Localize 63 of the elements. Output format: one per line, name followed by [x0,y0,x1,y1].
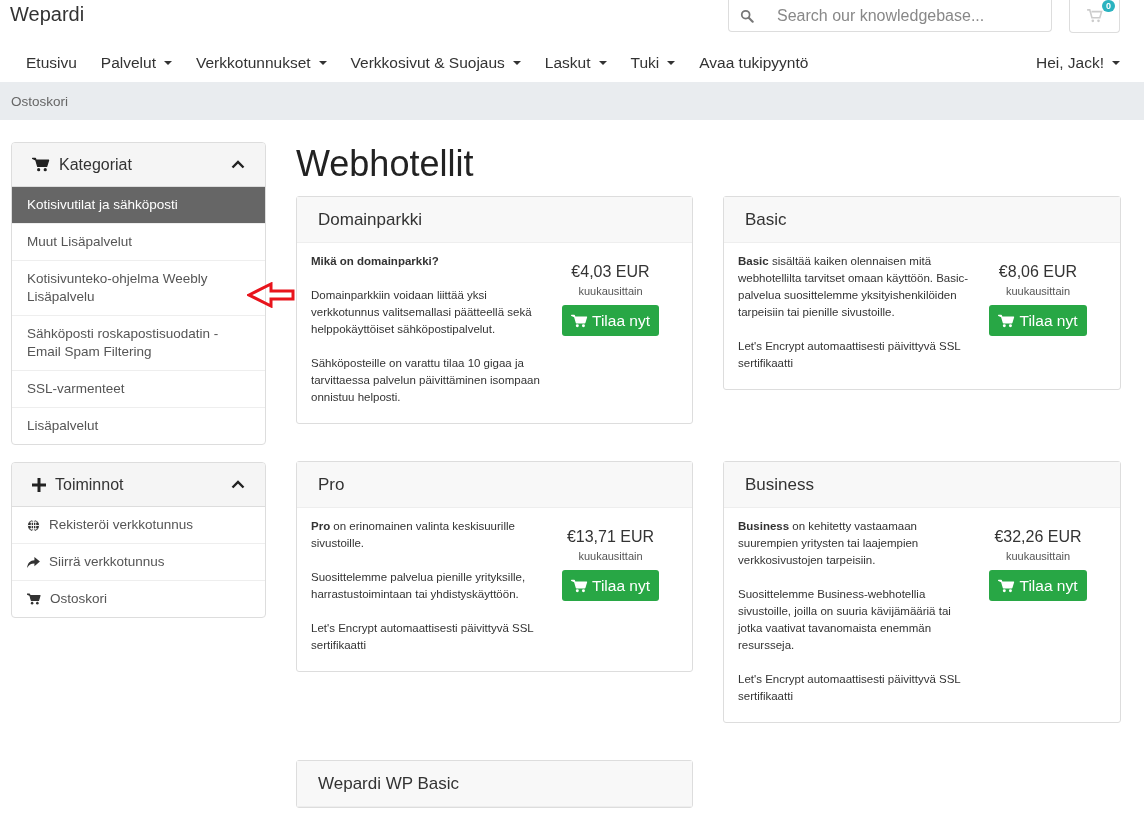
product-name: Business [745,474,814,495]
billing-period: kuukausittain [578,285,643,297]
billing-period: kuukausittain [1005,285,1071,297]
nav-link[interactable]: Verkkosivut & Suojaus [338,54,533,72]
cart-icon [571,578,588,593]
user-menu[interactable]: Hei, Jack! [1023,54,1132,72]
product-description: Suosittelemme palvelua pienille yrityksille, harrastustoimintaan tai yhdistyskäyttöön. [311,570,527,602]
product-description: Let's Encrypt automaattisesti päivittyvä SSL sertifikaatti [311,621,535,653]
product-description: Basic sisältää kaiken olennaisen mitä webhotellilta tarvitset omaan käyttöön. Basic-palvelua suosittelemme yksityishenkilöiden tarpeisiin tai pienille sivustoille. [738,254,970,320]
cart-icon [27,593,41,605]
sidebar-item[interactable]: Rekisteröi verkkotunnus [12,507,265,543]
product-name: Basic [745,209,787,230]
sidebar-item[interactable]: Ostoskori [12,580,265,617]
sidebar-item[interactable]: Sähköposti roskapostisuodatin - Email Spam Filtering [12,315,265,370]
nav-link[interactable]: Laskut [532,54,619,72]
product-description: Business on kehitetty vastaamaan suurempien yritysten tai laajempien verkkosivustojen tarpeisiin. [738,519,920,568]
sidebar-item[interactable]: Muut Lisäpalvelut [12,223,265,260]
product-name: Domainparkki [318,209,422,230]
nav-link[interactable]: Etusivu [14,54,89,72]
cart-icon [571,313,588,328]
product-description: Mikä on domainparkki? [311,254,440,269]
cart-icon [998,313,1016,328]
product-price: €13,71 EUR [566,528,655,546]
panel-header[interactable]: Kategoriat [12,143,265,187]
cart-count-badge: 0 [1102,0,1115,12]
breadcrumb-link[interactable]: Ostoskori [11,93,68,109]
sidebar-item[interactable]: Lisäpalvelut [12,407,265,444]
billing-period: kuukausittain [578,550,643,562]
product-price: €32,26 EUR [994,528,1082,546]
panel-title: Kategoriat [59,155,133,174]
product-price: €8,06 EUR [998,263,1078,281]
globe-icon [27,518,40,532]
share-arrow-icon [27,556,40,568]
chevron-icon[interactable] [231,480,245,489]
product-name: Wepardi WP Basic [318,773,460,794]
nav-link[interactable]: Tuki [618,54,688,72]
arrow-annotation [247,282,295,308]
sidebar-item[interactable]: SSL-varmenteet [12,370,265,407]
product-description: Let's Encrypt automaattisesti päivittyvä SSL sertifikaatti [738,672,962,704]
sidebar-item[interactable]: Siirrä verkkotunnus [12,543,265,580]
nav-link[interactable]: Palvelut [88,54,184,72]
page-title: Webhotellit [296,142,475,186]
product-name: Pro [318,474,345,495]
product-description: Suosittelemme Business-webhotellia sivustoille, joilla on suuria kävijämääriä tai jotka vaativat tavanomaista enemmän resursseja. [738,587,952,653]
product-description: Sähköposteille on varattu tilaa 10 gigaa ja tarvittaessa palvelun päivittäminen isompaan onnistuu helposti. [311,356,541,405]
panel-title: Toiminnot [55,475,125,494]
sidebar-item[interactable]: Kotisivutilat ja sähköposti [12,187,265,223]
search-field[interactable]: Search our knowledgebase... [728,0,1052,32]
cart-icon [1086,9,1103,23]
cart-icon [998,578,1016,593]
billing-period: kuukausittain [1005,550,1071,562]
sidebar-item[interactable]: Kotisivunteko-ohjelma Weebly Lisäpalvelu [12,260,265,315]
product-description: Pro on erinomainen valinta keskisuurille sivustoille. [311,519,516,551]
product-price: €4,03 EUR [571,263,650,281]
panel-header[interactable]: Toiminnot [12,463,265,507]
chevron-icon[interactable] [231,160,245,169]
cart-icon [32,157,50,172]
product-description: Domainparkkiin voidaan liittää yksi verkkotunnus valitsemallasi päätteellä sekä helppokäyttöiset sähköpostipalvelut. [311,288,533,337]
product-description: Let's Encrypt automaattisesti päivittyvä SSL sertifikaatti [738,339,962,371]
plus-icon [32,477,46,492]
nav-link[interactable]: Verkkotunnukset [184,54,339,72]
site-logo[interactable]: Wepardi [10,3,728,26]
nav-link[interactable]: Avaa tukipyyntö [687,54,821,72]
